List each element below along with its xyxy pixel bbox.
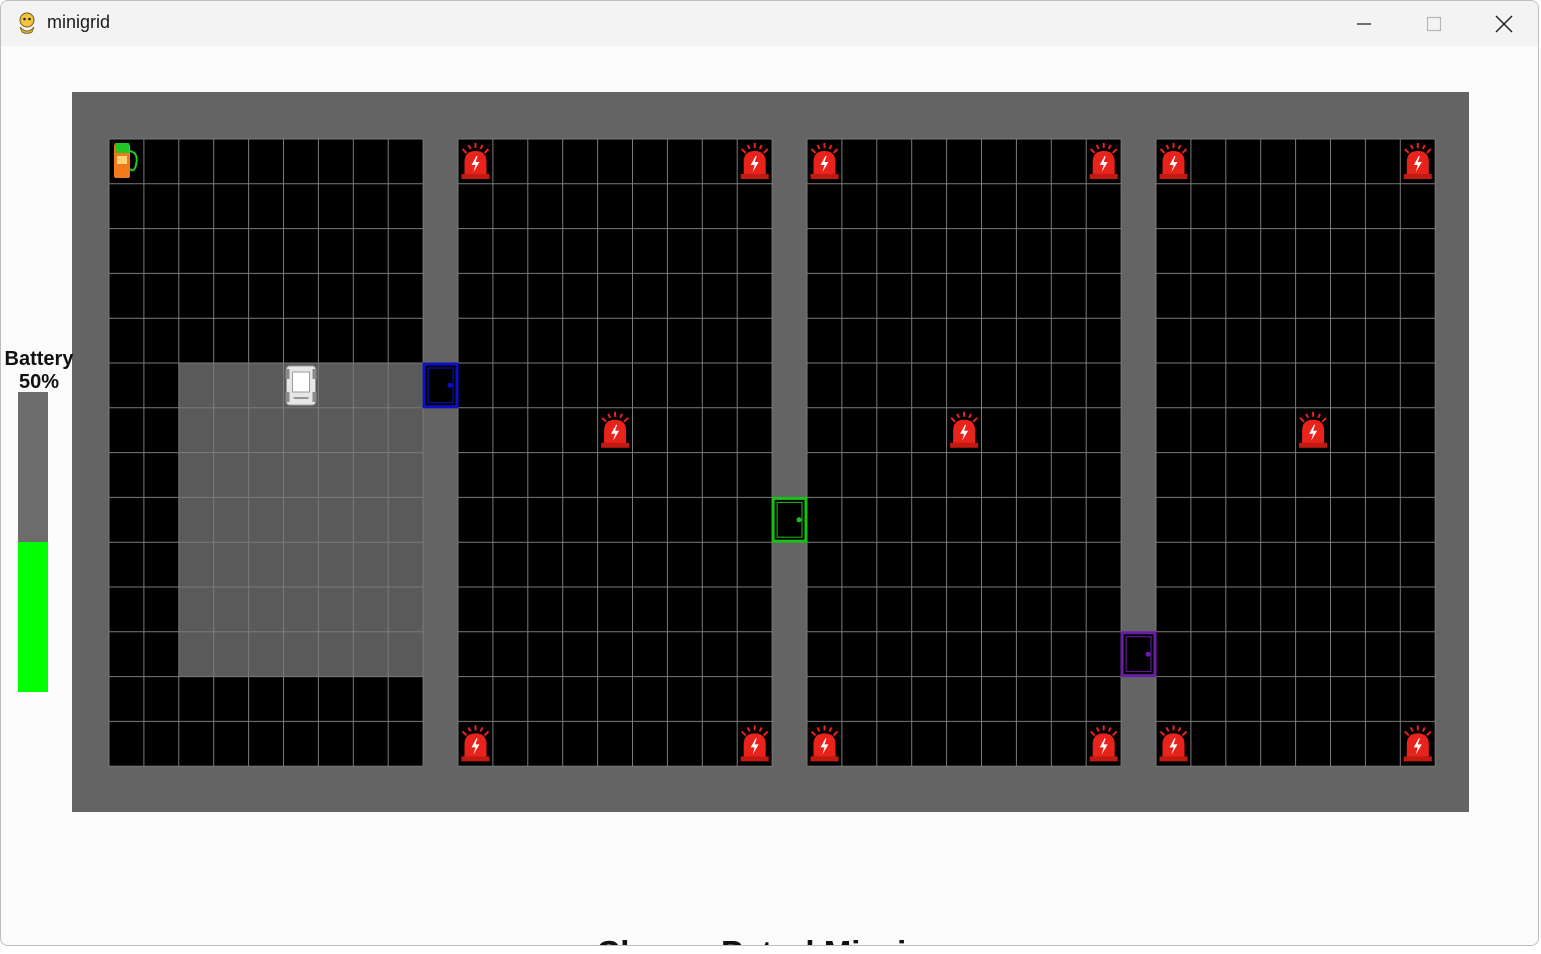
game-canvas[interactable]: Battery 50% Charge-Patrol Mission [1,46,1538,945]
door[interactable] [1120,631,1157,678]
room-2 [457,138,773,767]
battery-percent: 50% [18,371,60,393]
title-bar[interactable]: minigrid [1,1,1538,46]
app-window: minigrid Battery 50% Charge-Patrol Missi… [0,0,1539,946]
room-1 [108,138,424,767]
battery-label-text: Battery [4,348,74,370]
mission-title: Charge-Patrol Mission [1,934,1538,945]
robot-icon [285,365,317,406]
battery-bar [18,392,48,692]
minimize-button[interactable] [1329,1,1399,46]
close-button[interactable] [1469,1,1538,46]
battery-label: Battery 50% [1,348,77,394]
maximize-button[interactable] [1399,1,1469,46]
minimize-icon [1357,22,1371,25]
agent-view-region [178,363,424,677]
room-3 [806,138,1122,767]
window-title: minigrid [47,12,111,32]
grid-board [72,92,1469,812]
maximize-icon [1426,16,1442,31]
room-4 [1155,138,1436,767]
python-snake-icon [19,12,35,34]
battery-fill [18,542,48,692]
door[interactable] [771,496,808,543]
close-icon [1495,14,1513,33]
grid-board-svg [108,138,1436,767]
door[interactable] [422,362,459,409]
